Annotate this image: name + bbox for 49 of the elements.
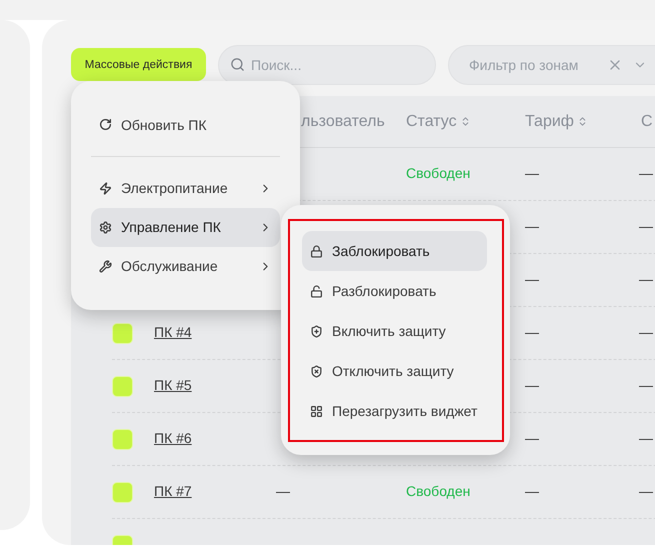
column-header: С (641, 112, 653, 130)
row-checkbox[interactable] (112, 482, 133, 502)
shield-x-icon (310, 364, 323, 378)
row-checkbox[interactable] (112, 376, 133, 396)
table-cell: — (639, 271, 653, 287)
menu-item[interactable]: Электропитание (91, 168, 280, 208)
zone-filter-field[interactable]: Фильтр по зонам (448, 44, 655, 84)
lightning-icon (99, 182, 112, 195)
menu-item[interactable]: Заблокировать (302, 231, 487, 271)
menu-item[interactable]: Управление ПК (91, 208, 280, 247)
grid-icon (310, 404, 323, 418)
table-cell: — (525, 218, 539, 234)
search-field[interactable]: Поиск... (218, 44, 436, 84)
bulk-actions-button[interactable]: Массовые действия (71, 48, 206, 81)
unlock-icon (310, 284, 323, 298)
menu-item[interactable]: Разблокировать (302, 271, 487, 311)
menu-item[interactable]: Обновить ПК (91, 105, 280, 144)
table-cell: — (639, 430, 653, 446)
table-cell: — (639, 377, 653, 393)
table-cell: — (639, 165, 653, 181)
table-cell: — (525, 483, 539, 499)
table-cell: — (276, 483, 290, 499)
pc-link[interactable]: ПК #6 (154, 430, 192, 446)
menu-item[interactable]: Включить защиту (302, 311, 487, 351)
wrench-icon (99, 260, 112, 273)
table-cell: — (525, 324, 539, 340)
lock-icon (310, 244, 323, 258)
status-text: Свободен (406, 165, 470, 181)
refresh-icon (99, 118, 112, 131)
table-cell: — (639, 218, 653, 234)
menu-item[interactable]: Отключить защиту (302, 351, 487, 391)
status-text: Свободен (406, 483, 470, 499)
shield-plus-icon (310, 324, 323, 338)
row-checkbox[interactable] (112, 322, 133, 344)
gear-icon (99, 220, 112, 234)
table-cell: — (525, 271, 539, 287)
table-cell: — (525, 430, 539, 446)
pc-link[interactable]: ПК #5 (154, 377, 192, 393)
menu-item[interactable]: Перезагрузить виджет (302, 391, 487, 431)
table-cell: — (525, 377, 539, 393)
search-icon (230, 56, 245, 72)
table-cell: — (639, 324, 653, 340)
table-cell: — (639, 483, 653, 499)
row-checkbox[interactable] (112, 428, 133, 450)
table-cell: — (525, 165, 539, 181)
pc-link[interactable]: ПК #4 (154, 324, 192, 340)
column-header: льзователь (301, 112, 385, 130)
pc-link[interactable]: ПК #7 (154, 483, 192, 499)
menu-item[interactable]: Обслуживание (91, 246, 280, 286)
